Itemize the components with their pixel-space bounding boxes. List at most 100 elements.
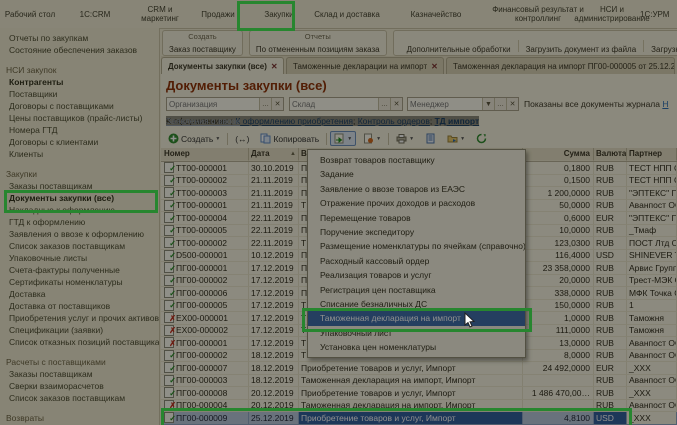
sidebar-item[interactable]: Список заказов поставщикам (0, 392, 159, 404)
section-tab[interactable]: 1С:УРМ (638, 0, 671, 28)
edo-button[interactable]: ▼ (443, 131, 469, 146)
sidebar-item[interactable]: Накладные к оформлению (0, 204, 159, 216)
menu-item[interactable]: Регистрация цен поставщика (308, 283, 525, 297)
table-row[interactable]: ПГ00-000008 20.12.2019 Приобретение това… (161, 387, 677, 400)
additional-processing-button[interactable]: Дополнительные обработки (400, 45, 518, 54)
sidebar-item[interactable]: Заявления о ввозе к оформлению (0, 228, 159, 240)
menu-item[interactable]: Реализация товаров и услуг (308, 268, 525, 282)
warehouse-input[interactable] (290, 98, 378, 110)
sidebar-item[interactable]: Договоры с поставщиками (0, 100, 159, 112)
document-reports-button[interactable]: ▼ (359, 131, 385, 146)
section-tab[interactable]: Финансовый результат и контроллинг (490, 0, 586, 28)
warehouse-filter[interactable]: … ✕ (289, 97, 403, 111)
table-row[interactable]: ПГ00-000009 25.12.2019 Приобретение това… (161, 412, 677, 425)
dropdown-icon[interactable]: ▼ (482, 98, 494, 110)
menu-item[interactable]: Упаковочный лист (308, 326, 525, 340)
sidebar-item[interactable]: Заказы поставщикам (0, 368, 159, 380)
col-header-date[interactable]: Дата ▲ (249, 148, 299, 161)
journal-settings-link[interactable]: Н (662, 99, 668, 109)
list-settings-button[interactable] (421, 131, 440, 146)
menu-item[interactable]: Установка цен номенклатуры (308, 340, 525, 354)
load-codes-button[interactable]: Загрузка кодов ТН (644, 45, 677, 54)
table-row[interactable]: ПГ00-000007 18.12.2019 Приобретение това… (161, 362, 677, 375)
choose-icon[interactable]: … (378, 98, 390, 110)
section-tab[interactable]: Продажи (190, 0, 246, 28)
link-purchases-to-process[interactable]: К оформлению приобретения (235, 116, 353, 126)
sidebar-item[interactable]: Сертификаты номенклатуры (0, 276, 159, 288)
tab-close-icon[interactable]: ✕ (431, 62, 438, 71)
tab-close-icon[interactable]: ✕ (271, 62, 278, 71)
manager-input[interactable] (408, 98, 482, 110)
sidebar-item[interactable]: Документы закупки (все) (0, 192, 159, 204)
window-tab[interactable]: Таможенные декларации на импорт ✕ (286, 57, 444, 74)
sidebar-item[interactable]: ГТД к оформлению (0, 216, 159, 228)
sidebar-item[interactable]: Цены поставщиков (прайс-листы) (0, 112, 159, 124)
find-button[interactable]: (↔) (231, 132, 253, 146)
create-button[interactable]: Создать ▼ (164, 131, 224, 146)
menu-item[interactable]: Размещение номенклатуры по ячейкам (спра… (308, 239, 525, 253)
link-td-import[interactable]: ТД импорт (435, 116, 479, 126)
section-tab[interactable]: Закупки (246, 0, 312, 28)
menu-item[interactable]: Задание (308, 167, 525, 181)
menu-item[interactable]: Заявление о ввозе товаров из ЕАЭС (308, 182, 525, 196)
section-tab[interactable]: Склад и доставка (312, 0, 382, 28)
copy-button[interactable]: Копировать (256, 131, 323, 146)
sidebar-item[interactable]: Доставка от поставщиков (0, 300, 159, 312)
load-document-from-file-button[interactable]: Загрузить документ из файла (519, 45, 644, 54)
sidebar-item[interactable]: Спецификации (заявки) (0, 324, 159, 336)
menu-item[interactable]: Поручение экспедитору (308, 225, 525, 239)
col-header-currency[interactable]: Валюта (594, 148, 627, 161)
window-tab[interactable]: Документы закупки (все) ✕ (161, 57, 284, 74)
sidebar-item[interactable]: Приобретения услуг и прочих активов (0, 312, 159, 324)
menu-item[interactable]: Отражение прочих доходов и расходов (308, 196, 525, 210)
sidebar-item[interactable]: Сверки взаиморасчетов (0, 380, 159, 392)
refresh-button[interactable] (472, 131, 491, 146)
sidebar-item[interactable]: Поставщики (0, 88, 159, 100)
doc-partner: Аванпост ООО (627, 350, 677, 363)
create-supplier-order-button[interactable]: Заказ поставщику (169, 45, 236, 54)
section-tab[interactable]: Рабочий стол (0, 0, 60, 28)
organization-input[interactable] (167, 98, 259, 110)
sidebar-item[interactable]: Список заказов поставщикам (0, 240, 159, 252)
organization-filter[interactable]: … ✕ (166, 97, 284, 111)
table-row[interactable]: ПГ00-000003 18.12.2019 Таможенная деклар… (161, 375, 677, 388)
sidebar-item[interactable]: Отчеты по закупкам (0, 32, 159, 44)
col-header-partner[interactable]: Партнер (627, 148, 677, 161)
doc-sum: 50,0000 (523, 200, 594, 213)
link-order-control[interactable]: Контроль ордеров (358, 116, 430, 126)
sidebar-item[interactable]: Счета-фактуры полученные (0, 264, 159, 276)
sidebar-item[interactable]: Договоры с клиентами (0, 136, 159, 148)
sidebar-item[interactable]: Контрагенты (0, 76, 159, 88)
print-button[interactable]: ▼ (392, 131, 418, 146)
create-based-on-button[interactable]: ▼ (330, 131, 356, 146)
section-tab[interactable]: CRM и маркетинг (130, 0, 190, 28)
clear-icon[interactable]: ✕ (271, 98, 283, 110)
cancelled-positions-report-button[interactable]: По отмененным позициям заказа (256, 45, 380, 54)
menu-item[interactable]: Расходный кассовый ордер (308, 254, 525, 268)
manager-filter[interactable]: ▼ … ✕ (407, 97, 519, 111)
table-row[interactable]: ПГ00-000004 20.12.2019 Таможенная деклар… (161, 400, 677, 413)
col-header-number[interactable]: Номер (161, 148, 249, 161)
section-tab[interactable]: НСИ и администрирование (586, 0, 638, 28)
sidebar-item[interactable]: Доставка (0, 288, 159, 300)
section-tab[interactable]: 1С:CRM (60, 0, 130, 28)
choose-icon[interactable]: … (259, 98, 271, 110)
sidebar-item[interactable]: Упаковочные листы (0, 252, 159, 264)
sidebar-item[interactable]: Заказы поставщикам (0, 180, 159, 192)
sidebar-item[interactable]: Список отказных позиций поставщика (0, 336, 159, 348)
clear-icon[interactable]: ✕ (506, 98, 518, 110)
col-header-sum[interactable]: Сумма (523, 148, 594, 161)
menu-item[interactable]: Перемещение товаров (308, 211, 525, 225)
section-tab[interactable]: Казначейство (382, 0, 490, 28)
sidebar-item[interactable]: Клиенты (0, 148, 159, 160)
menu-item[interactable]: Списание безналичных ДС (308, 297, 525, 311)
window-tab[interactable]: Таможенная декларация на импорт ПГ00-000… (446, 57, 675, 74)
choose-icon[interactable]: … (494, 98, 506, 110)
document-status-icon (164, 312, 174, 323)
sidebar-item[interactable]: Номера ГТД (0, 124, 159, 136)
sidebar-item[interactable]: Состояние обеспечения заказов (0, 44, 159, 56)
menu-item[interactable]: Таможенная декларация на импорт (308, 311, 525, 325)
document-status-icon (164, 350, 174, 361)
menu-item[interactable]: Возврат товаров поставщику (308, 153, 525, 167)
clear-icon[interactable]: ✕ (390, 98, 402, 110)
